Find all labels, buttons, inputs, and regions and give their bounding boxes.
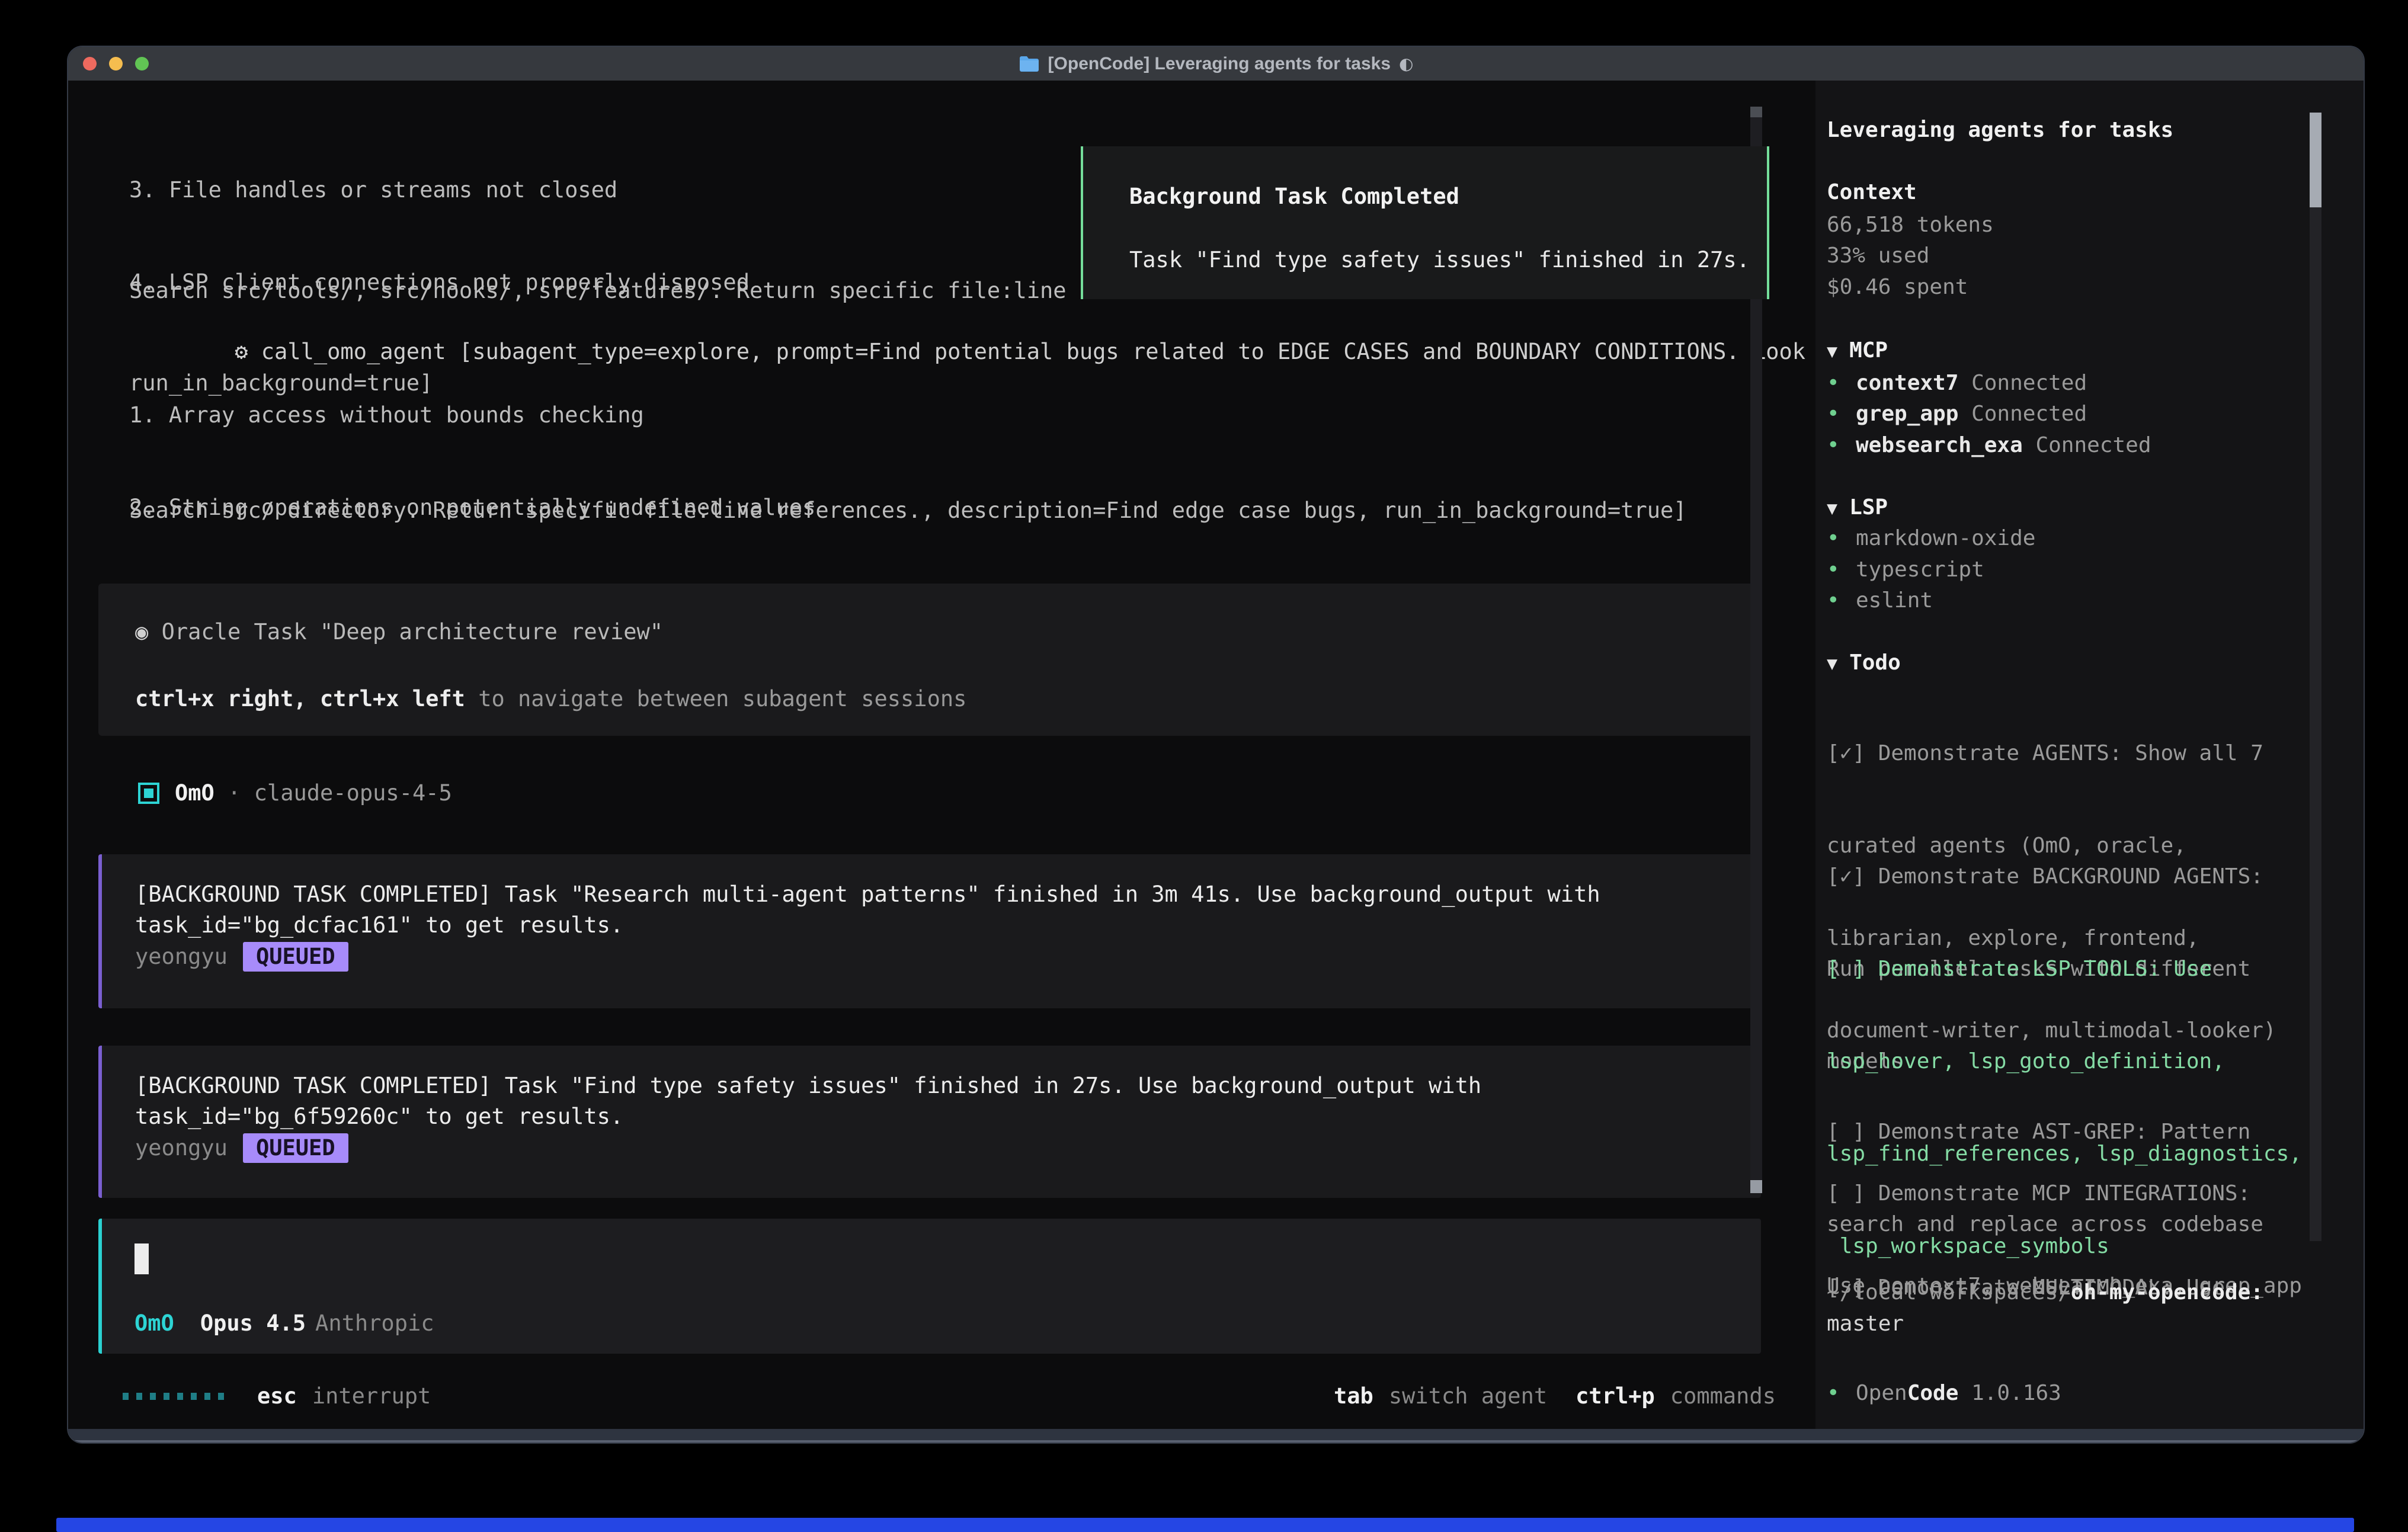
background-task-message: [BACKGROUND TASK COMPLETED] Task "Resear…	[98, 854, 1761, 1008]
half-moon-icon: ◐	[1399, 54, 1413, 73]
mcp-item: •grep_app Connected	[1827, 399, 2087, 430]
workspace-branch: master	[1827, 1309, 1904, 1339]
mcp-item: •websearch_exa Connected	[1827, 430, 2151, 461]
spinner-dot	[123, 1393, 129, 1400]
main-scrollbar-thumb[interactable]	[1750, 107, 1762, 117]
tool-call-item: 1. Array access without bounds checking	[129, 400, 974, 431]
shortcut-hint-text: to navigate between subagent sessions	[478, 686, 966, 711]
chevron-down-icon: ▼	[1827, 498, 1837, 519]
task-message-line: task_id="bg_6f59260c" to get results.	[135, 1101, 623, 1132]
window-title-text: [OpenCode] Leveraging agents for tasks	[1048, 54, 1391, 74]
notification-title: Background Task Completed	[1129, 181, 1459, 212]
sidebar-session-title: Leveraging agents for tasks	[1827, 115, 2173, 146]
context-tokens: 66,518 tokens	[1827, 210, 1994, 241]
agent-name: OmO	[175, 778, 214, 809]
task-meta-row: yeongyu QUEUED	[135, 1133, 348, 1164]
context-used: 33% used	[1827, 241, 1929, 271]
text-cursor	[135, 1243, 149, 1274]
spinner-dot	[191, 1393, 197, 1400]
main-scrollbar-thumb[interactable]	[1750, 1180, 1762, 1193]
status-dot-icon: •	[1827, 523, 1856, 554]
commands-key-hint: ctrl+p	[1576, 1381, 1655, 1412]
tab-key-label: switch agent	[1389, 1381, 1547, 1412]
status-dot-icon: •	[1827, 399, 1856, 430]
input-agent-name: OmO	[135, 1308, 174, 1339]
window-titlebar[interactable]: [OpenCode] Leveraging agents for tasks ◐	[68, 47, 2364, 81]
close-button[interactable]	[83, 57, 97, 70]
esc-key-hint: esc	[257, 1381, 297, 1412]
input-provider-name: Anthropic	[315, 1308, 434, 1339]
record-circle-icon: ◉	[135, 619, 162, 645]
notification-body: Task "Find type safety issues" finished …	[1129, 245, 1750, 275]
esc-key-label: interrupt	[312, 1381, 431, 1412]
agent-model: claude-opus-4-5	[254, 778, 452, 809]
status-dot-icon: •	[1827, 585, 1856, 616]
version-row: •OpenCode 1.0.163	[1827, 1378, 2061, 1409]
working-spinner-icon	[123, 1393, 224, 1400]
commands-key-label: commands	[1670, 1381, 1776, 1412]
session-sidebar: Leveraging agents for tasks Context 66,5…	[1815, 81, 2364, 1429]
status-dot-icon: •	[1827, 430, 1856, 461]
statusbar-left: esc interrupt	[123, 1381, 431, 1412]
task-message-line: [BACKGROUND TASK COMPLETED] Task "Resear…	[135, 879, 1600, 910]
spinner-dot	[136, 1393, 142, 1400]
task-message-line: [BACKGROUND TASK COMPLETED] Task "Find t…	[135, 1071, 1481, 1101]
task-message-line: task_id="bg_dcfac161" to get results.	[135, 910, 623, 941]
lsp-item: •typescript	[1827, 555, 1984, 585]
history-line: Search src/tools/, src/hooks/, src/featu…	[129, 275, 1067, 306]
input-model-name: Opus 4.5	[200, 1308, 306, 1339]
task-author: yeongyu	[135, 1133, 228, 1164]
task-meta-row: yeongyu QUEUED	[135, 941, 348, 972]
spinner-dot	[218, 1393, 224, 1400]
context-spent: $0.46 spent	[1827, 272, 1968, 303]
mcp-item: •context7 Connected	[1827, 368, 2087, 399]
context-heading: Context	[1827, 177, 1917, 208]
history-line: 3. File handles or streams not closed	[129, 175, 750, 206]
zoom-button[interactable]	[135, 57, 149, 70]
window-title: [OpenCode] Leveraging agents for tasks ◐	[1019, 54, 1414, 74]
input-meta-row: OmO Opus 4.5 Anthropic	[135, 1308, 434, 1339]
lsp-item: •eslint	[1827, 585, 1933, 616]
minimize-button[interactable]	[109, 57, 123, 70]
chat-main-pane: 3. File handles or streams not closed 4.…	[68, 81, 1815, 1429]
toast-notification[interactable]: Background Task Completed Task "Find typ…	[1081, 146, 1769, 299]
task-author: yeongyu	[135, 941, 228, 972]
statusbar-right: tab switch agent ctrl+p commands	[1334, 1381, 1776, 1412]
spinner-dot	[204, 1393, 210, 1400]
sidebar-scrollbar-track[interactable]	[2310, 207, 2321, 1241]
background-task-message: [BACKGROUND TASK COMPLETED] Task "Find t…	[98, 1046, 1761, 1198]
chevron-down-icon: ▼	[1827, 653, 1837, 674]
spinner-dot	[150, 1393, 156, 1400]
background-window-edge	[56, 1518, 2354, 1532]
status-badge: QUEUED	[243, 1133, 348, 1163]
window-bottom-frame	[68, 1429, 2364, 1443]
chevron-down-icon: ▼	[1827, 341, 1837, 362]
oracle-task-card[interactable]: ◉ Oracle Task "Deep architecture review"…	[98, 584, 1761, 736]
lsp-item: •markdown-oxide	[1827, 523, 2035, 554]
tab-key-hint: tab	[1334, 1381, 1373, 1412]
window-content: 3. File handles or streams not closed 4.…	[68, 81, 2364, 1429]
status-dot-icon: •	[1827, 368, 1856, 399]
spinner-dot	[164, 1393, 169, 1400]
separator-dot: ·	[214, 778, 254, 809]
agent-session-header: OmO · claude-opus-4-5	[138, 778, 452, 809]
spinner-dot	[177, 1393, 183, 1400]
status-dot-icon: •	[1827, 555, 1856, 585]
mcp-section-header[interactable]: ▼MCP	[1827, 335, 1888, 367]
folder-icon	[1019, 55, 1040, 73]
prompt-input-area[interactable]: OmO Opus 4.5 Anthropic	[98, 1219, 1761, 1354]
todo-section-header[interactable]: ▼Todo	[1827, 648, 1901, 680]
oracle-task-hint: ctrl+x right, ctrl+x left to navigate be…	[135, 684, 966, 714]
lsp-section-header[interactable]: ▼LSP	[1827, 492, 1888, 524]
terminal-window: [OpenCode] Leveraging agents for tasks ◐…	[67, 46, 2365, 1444]
workspace-path: ~/local-workspaces/oh-my-opencode:	[1827, 1277, 2263, 1308]
tool-call-footer: Search src/ directory. Return specific f…	[129, 495, 1687, 526]
status-badge: QUEUED	[243, 942, 348, 972]
oracle-task-title: ◉ Oracle Task "Deep architecture review"	[135, 617, 663, 648]
agent-square-icon	[138, 783, 159, 804]
sidebar-scrollbar-thumb[interactable]	[2310, 113, 2321, 207]
status-dot-icon: •	[1827, 1378, 1856, 1409]
shortcut-keys: ctrl+x right, ctrl+x left	[135, 686, 478, 711]
